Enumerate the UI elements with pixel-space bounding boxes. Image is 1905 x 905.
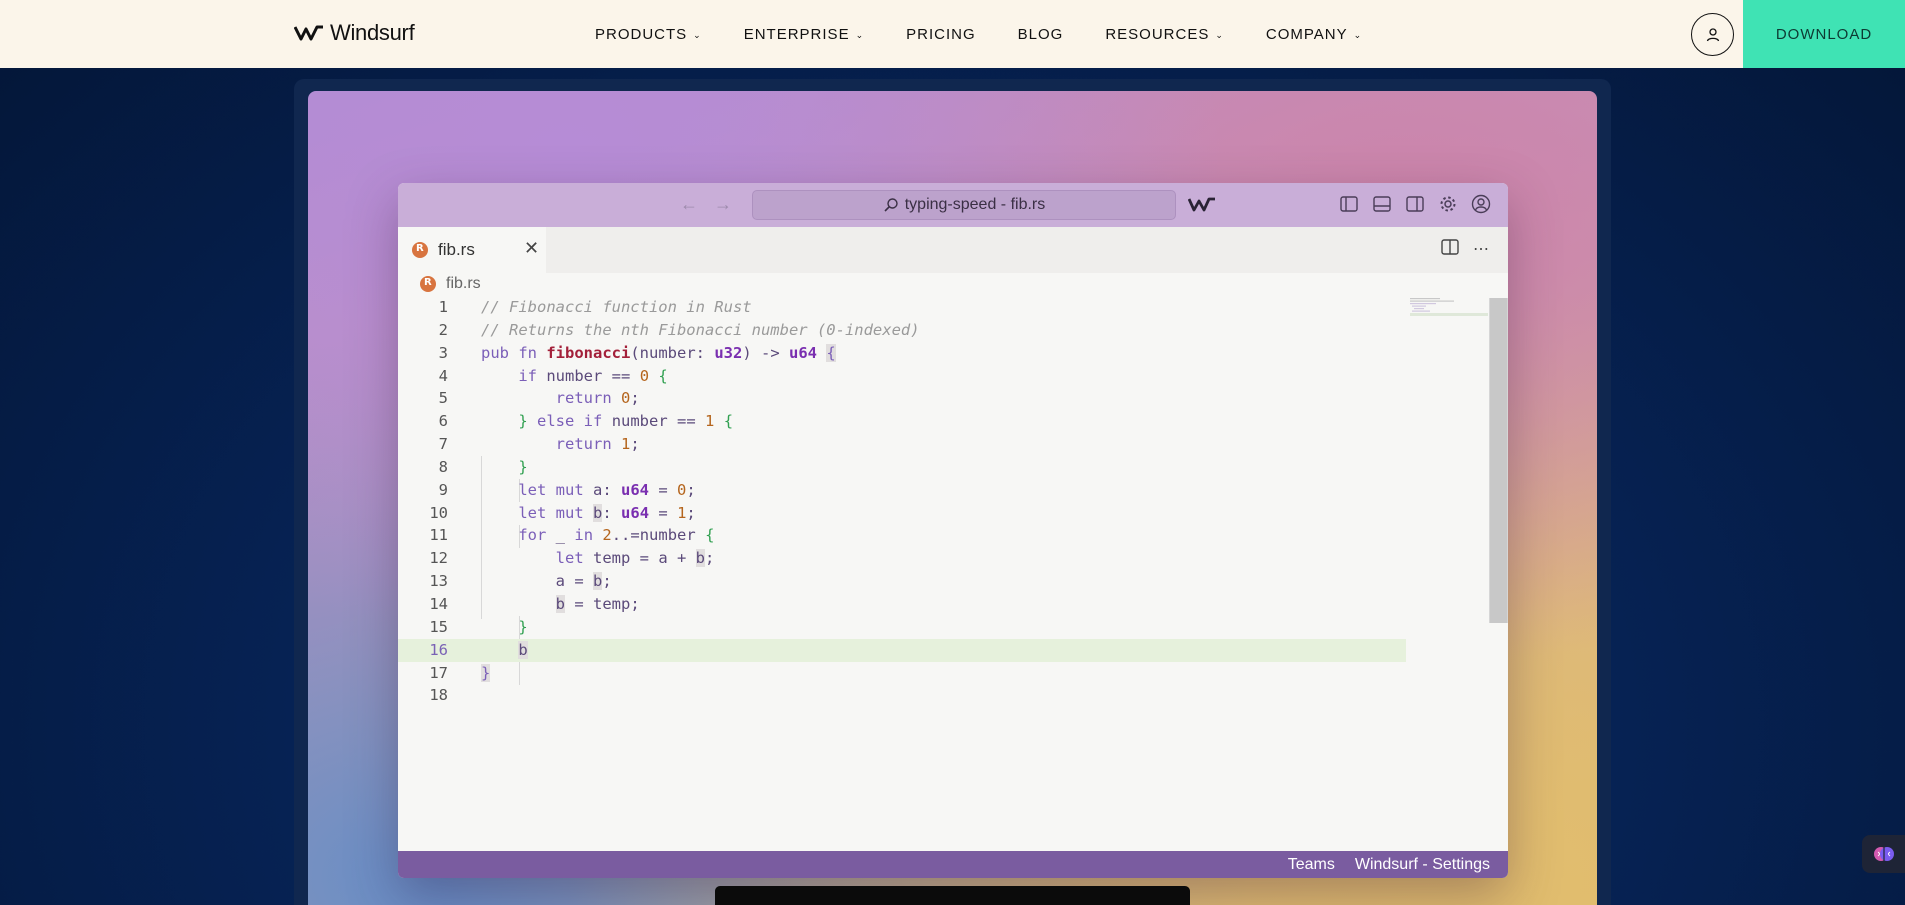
user-icon — [1706, 27, 1719, 41]
nav-blog[interactable]: BLOG — [1018, 26, 1064, 43]
brain-icon — [1873, 847, 1894, 861]
code-line: 3 pub fn fibonacci(number: u32) -> u64 { — [398, 342, 1408, 365]
split-editor-icon[interactable] — [1441, 239, 1459, 260]
line-number: 15 — [429, 617, 448, 636]
breadcrumb-file[interactable]: fib.rs — [446, 275, 481, 293]
line-number: 7 — [438, 435, 448, 454]
search-icon — [884, 198, 898, 212]
line-number: 17 — [429, 663, 448, 682]
nav-company[interactable]: COMPANY ⌄ — [1266, 26, 1362, 43]
main-nav: PRODUCTS ⌄ ENTERPRISE ⌄ PRICING BLOG RESOU… — [595, 0, 1404, 68]
code-line: 8 } — [398, 456, 1408, 479]
tab-actions: ⋯ — [1441, 239, 1490, 260]
code-line: 17} — [398, 662, 1408, 685]
nav-enterprise[interactable]: ENTERPRISE ⌄ — [744, 26, 864, 43]
minimap[interactable] — [1408, 296, 1488, 326]
line-number: 16 — [429, 640, 448, 659]
line-number: 9 — [438, 480, 448, 499]
nav-label: COMPANY — [1265, 25, 1348, 43]
code-line: 5 return 0; — [398, 387, 1408, 410]
more-actions-icon[interactable]: ⋯ — [1473, 239, 1490, 260]
rust-file-icon — [420, 276, 436, 292]
close-icon[interactable]: ✕ — [524, 238, 539, 259]
top-navigation: Windsurf PRODUCTS ⌄ ENTERPRISE ⌄ PRICING B… — [0, 0, 1905, 68]
windsurf-logo-icon — [294, 25, 323, 41]
code-line: 7 return 1; — [398, 433, 1408, 456]
editor-titlebar: ← → typing-speed - fib.rs — [398, 183, 1508, 227]
nav-label: RESOURCES — [1105, 25, 1210, 43]
code-line: 14 b = temp; — [398, 593, 1408, 616]
search-text: typing-speed - fib.rs — [904, 196, 1046, 213]
nav-products[interactable]: PRODUCTS ⌄ — [595, 26, 702, 43]
scrollbar-thumb[interactable] — [1490, 298, 1507, 623]
chevron-down-icon: ⌄ — [855, 29, 865, 40]
code-line: 15 } — [398, 616, 1408, 639]
chevron-down-icon: ⌄ — [1215, 29, 1224, 40]
video-controls-bar[interactable] — [715, 886, 1190, 905]
line-number: 13 — [429, 572, 448, 591]
line-number: 6 — [438, 412, 448, 431]
forward-arrow-icon[interactable]: → — [714, 194, 732, 215]
tab-label: fib.rs — [438, 240, 475, 259]
brand-name: Windsurf — [330, 20, 415, 45]
code-line: 9 let mut a: u64 = 0; — [398, 479, 1408, 502]
nav-label: ENTERPRISE — [743, 25, 850, 43]
line-number: 3 — [438, 343, 448, 362]
line-number: 8 — [438, 457, 448, 476]
editor-window: ← → typing-speed - fib.rs R fib.rs ✕ ⋯ R… — [398, 183, 1508, 878]
code-line: 18 — [398, 684, 1408, 707]
code-line: 13 a = b; — [398, 570, 1408, 593]
line-number: 4 — [438, 366, 448, 385]
command-search-bar[interactable]: typing-speed - fib.rs — [752, 190, 1176, 220]
account-button[interactable] — [1691, 13, 1734, 56]
back-arrow-icon[interactable]: ← — [680, 194, 698, 215]
line-number: 5 — [438, 389, 448, 408]
code-line: 2// Returns the nth Fibonacci number (0-… — [398, 319, 1408, 342]
line-number: 14 — [429, 594, 448, 613]
download-button[interactable]: DOWNLOAD — [1743, 0, 1905, 68]
windsurf-logo-icon — [1188, 197, 1215, 212]
titlebar-icons — [1338, 193, 1492, 215]
breadcrumb: fib.rs — [420, 275, 481, 293]
chevron-down-icon: ⌄ — [1353, 29, 1363, 40]
assistant-launcher-button[interactable] — [1862, 835, 1905, 873]
nav-label: BLOG — [1017, 25, 1064, 43]
code-area[interactable]: 1// Fibonacci function in Rust 2// Retur… — [398, 296, 1408, 707]
code-line: 10 let mut b: u64 = 1; — [398, 502, 1408, 525]
code-line: 1// Fibonacci function in Rust — [398, 296, 1408, 319]
line-number: 12 — [429, 549, 448, 568]
account-icon[interactable] — [1470, 193, 1492, 215]
status-bar: Teams Windsurf - Settings — [398, 851, 1508, 878]
nav-label: PRODUCTS — [595, 25, 688, 43]
line-number: 2 — [438, 320, 448, 339]
toggle-right-panel-icon[interactable] — [1404, 193, 1426, 215]
line-number: 18 — [429, 686, 448, 705]
code-line-active: 16 b — [398, 638, 1406, 662]
nav-pricing[interactable]: PRICING — [906, 26, 976, 43]
toggle-left-panel-icon[interactable] — [1338, 193, 1360, 215]
code-line: 4 if number == 0 { — [398, 365, 1408, 388]
line-number: 1 — [438, 298, 448, 316]
gear-icon[interactable] — [1437, 193, 1459, 215]
code-line: 6 } else if number == 1 { — [398, 410, 1408, 433]
line-number: 11 — [429, 526, 448, 545]
tab-bar: fib.rs ✕ ⋯ — [398, 227, 1508, 273]
code-line: 12 let temp = a + b; — [398, 547, 1408, 570]
code-line: 11 for _ in 2..=number { — [398, 524, 1408, 547]
status-settings[interactable]: Windsurf - Settings — [1355, 856, 1490, 874]
nav-label: PRICING — [906, 25, 976, 43]
chevron-down-icon: ⌄ — [693, 29, 702, 40]
windsurf-logo[interactable]: Windsurf — [294, 20, 415, 46]
status-teams[interactable]: Teams — [1288, 856, 1335, 874]
line-number: 10 — [429, 503, 448, 522]
nav-resources[interactable]: RESOURCES ⌄ — [1105, 26, 1224, 43]
toggle-bottom-panel-icon[interactable] — [1371, 193, 1393, 215]
rust-file-icon — [412, 242, 428, 258]
